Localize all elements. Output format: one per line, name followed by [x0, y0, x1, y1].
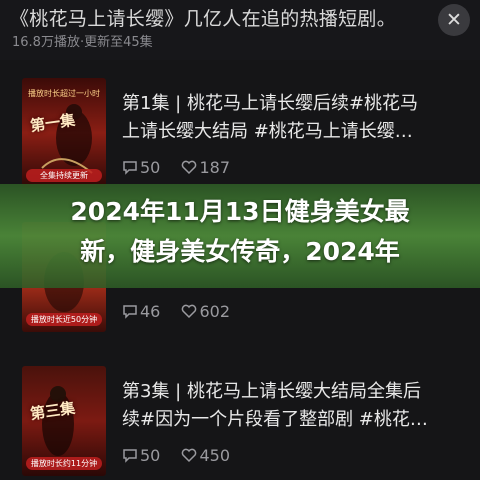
like-count: 450 [199, 446, 230, 465]
thumb-caption-top: 播放时长超过一小时 [28, 89, 100, 98]
thumb-caption-bottom: 播放时长近50分钟 [26, 313, 102, 326]
episode-stats: 50 450 [122, 446, 246, 465]
episode-title[interactable]: 第1集 | 桃花马上请长缨后续#桃花马 上请长缨大结局 #桃花马上请长缨… [122, 90, 452, 146]
article-title-banner: 2024年11月13日健身美女最 新，健身美女传奇，2024年 [0, 184, 480, 288]
banner-title-line: 新，健身美女传奇，2024年 [80, 237, 400, 266]
heart-icon [182, 304, 197, 319]
heart-icon [182, 448, 197, 463]
play-count-meta: 16.8万播放·更新至45集 [12, 35, 153, 50]
comment-count: 50 [140, 446, 161, 465]
episode-stats: 50 187 [122, 158, 246, 177]
episode-title-line: 第3集 | 桃花马上请长缨大结局全集后 [122, 381, 421, 402]
comment-count: 50 [140, 158, 161, 177]
thumb-caption-bottom: 全集持续更新 [26, 169, 102, 182]
episode-title-line: 续#因为一个片段看了整部剧 #桃花… [122, 409, 428, 430]
list-item[interactable]: 播放时长超过一小时 第一集 全集持续更新 第1集 | 桃花马上请长缨后续#桃花马… [0, 78, 480, 188]
like-stat[interactable]: 187 [181, 158, 230, 177]
episode-title-line: 上请长缨大结局 #桃花马上请长缨… [122, 121, 413, 142]
episode-thumbnail[interactable]: 播放时长超过一小时 第一集 全集持续更新 [22, 78, 106, 188]
comment-icon [123, 161, 137, 175]
like-count: 187 [199, 158, 230, 177]
list-item[interactable]: 第三集 播放时长约11分钟 第3集 | 桃花马上请长缨大结局全集后 续#因为一个… [0, 366, 480, 476]
banner-title-line: 2024年11月13日健身美女最 [70, 197, 410, 226]
page-title: 《桃花马上请长缨》几亿人在追的热播短剧。 [10, 8, 397, 30]
comment-stat[interactable]: 46 [122, 302, 160, 321]
comment-count: 46 [140, 302, 161, 321]
like-stat[interactable]: 602 [181, 302, 230, 321]
comment-stat[interactable]: 50 [122, 446, 160, 465]
heart-icon [182, 160, 197, 175]
close-icon: ✕ [446, 9, 462, 31]
like-count: 602 [199, 302, 230, 321]
episode-stats: 46 602 [122, 302, 246, 321]
episode-title-line: 第1集 | 桃花马上请长缨后续#桃花马 [122, 93, 419, 114]
banner-title: 2024年11月13日健身美女最 新，健身美女传奇，2024年 [0, 192, 480, 272]
episode-title[interactable]: 第3集 | 桃花马上请长缨大结局全集后 续#因为一个片段看了整部剧 #桃花… [122, 378, 452, 434]
close-button[interactable]: ✕ [438, 4, 470, 36]
comment-icon [123, 305, 137, 319]
episode-thumbnail[interactable]: 第三集 播放时长约11分钟 [22, 366, 106, 476]
comment-icon [123, 449, 137, 463]
like-stat[interactable]: 450 [181, 446, 230, 465]
page-header: 《桃花马上请长缨》几亿人在追的热播短剧。 16.8万播放·更新至45集 ✕ [0, 0, 480, 60]
comment-stat[interactable]: 50 [122, 158, 160, 177]
thumb-caption-bottom: 播放时长约11分钟 [26, 457, 102, 470]
